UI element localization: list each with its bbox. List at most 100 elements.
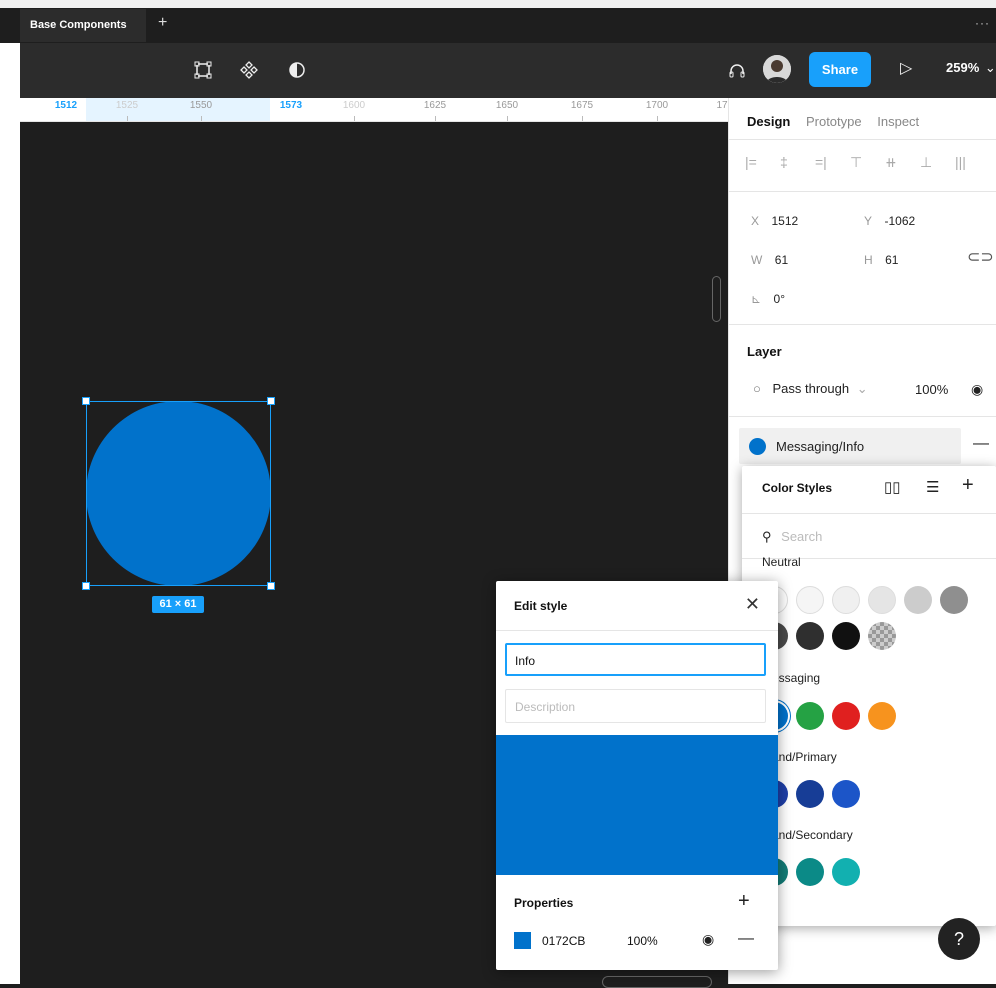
x-label: X [751, 214, 760, 228]
w-field[interactable]: W 61 [751, 251, 788, 269]
color-swatch[interactable] [904, 586, 932, 614]
contrast-icon[interactable] [284, 57, 310, 83]
constrain-proportions-icon[interactable]: ⊂⊃ [967, 247, 994, 267]
edit-style-title: Edit style [514, 599, 568, 613]
group-label-messaging: essaging [772, 671, 821, 685]
color-swatch[interactable] [796, 858, 824, 886]
divider [742, 513, 996, 514]
blend-mode-select[interactable]: ○ Pass through ⌄ [753, 381, 868, 397]
resize-handle[interactable] [267, 582, 275, 590]
eye-icon[interactable]: ◉ [971, 381, 983, 398]
color-swatch[interactable] [796, 622, 824, 650]
present-button[interactable]: ▷ [900, 58, 912, 78]
ruler-tick: 1512 [54, 100, 78, 111]
ruler-tick: 1675 [570, 100, 594, 111]
resize-handle[interactable] [82, 582, 90, 590]
h-field[interactable]: H 61 [864, 251, 898, 269]
selection-box [86, 401, 271, 586]
vertical-scrollbar[interactable] [712, 276, 721, 322]
x-field[interactable]: X 1512 [751, 212, 798, 230]
color-swatch[interactable] [832, 858, 860, 886]
property-opacity[interactable]: 100% [627, 934, 658, 948]
divider [729, 324, 996, 325]
chevron-down-icon: ⌄ [856, 381, 868, 396]
list-view-icon[interactable]: ☰ [926, 478, 939, 496]
properties-heading: Properties [514, 896, 574, 910]
align-center-h-icon[interactable]: ‡ [780, 154, 815, 171]
color-swatch[interactable] [796, 702, 824, 730]
color-swatch[interactable] [832, 780, 860, 808]
color-swatch[interactable] [832, 622, 860, 650]
style-name-input[interactable]: Info [505, 643, 766, 676]
align-left-icon[interactable]: |= [745, 154, 780, 171]
fill-style-row[interactable]: Messaging/Info [739, 428, 961, 464]
book-icon[interactable]: ▯▯ [884, 478, 901, 496]
blend-mode-value: Pass through [772, 381, 850, 396]
divider [729, 191, 996, 192]
edit-style-popup: Edit style ✕ Info Description Properties… [496, 581, 778, 970]
x-value: 1512 [771, 214, 799, 228]
tab-base-components[interactable]: Base Components [20, 9, 146, 42]
color-swatch[interactable] [796, 586, 824, 614]
ruler-tick: 1625 [423, 100, 447, 111]
w-label: W [751, 253, 763, 267]
distribute-icon[interactable]: ||| [955, 154, 990, 171]
zoom-level[interactable]: 259% ⌄ [946, 60, 996, 76]
color-swatch[interactable] [796, 780, 824, 808]
ruler-tick: 1700 [645, 100, 669, 111]
search-icon: ⚲ [762, 529, 772, 544]
left-panel-edge [0, 43, 20, 984]
frame-icon[interactable] [190, 57, 216, 83]
tab-design[interactable]: Design [747, 114, 790, 129]
color-swatch[interactable] [868, 586, 896, 614]
components-icon[interactable] [236, 57, 262, 83]
tab-inspect[interactable]: Inspect [877, 114, 919, 129]
tab-bar: Base Components + ··· [0, 8, 996, 43]
zoom-value: 259% [946, 60, 980, 75]
property-color-swatch[interactable] [514, 932, 531, 949]
color-swatch[interactable] [832, 702, 860, 730]
chevron-down-icon: ⌄ [984, 60, 996, 75]
close-icon[interactable]: ✕ [745, 594, 760, 615]
resize-handle[interactable] [82, 397, 90, 405]
size-badge: 61 × 61 [152, 596, 204, 613]
property-hex[interactable]: 0172CB [542, 934, 585, 948]
align-bottom-icon[interactable]: ⊥ [920, 154, 955, 171]
ruler-tick: 1600 [342, 100, 366, 111]
color-swatch[interactable] [868, 622, 896, 650]
align-top-icon[interactable]: ⊤ [850, 154, 885, 171]
avatar[interactable] [763, 55, 791, 83]
add-style-button[interactable]: + [962, 474, 974, 497]
resize-handle[interactable] [267, 397, 275, 405]
eye-icon[interactable]: ◉ [702, 931, 714, 948]
rotation-field[interactable]: ⊾ 0° [751, 290, 785, 308]
remove-fill-button[interactable]: — [973, 435, 989, 453]
horizontal-ruler: 1512 1525 1550 1573 1600 1625 1650 1675 … [20, 98, 728, 122]
color-swatch[interactable] [868, 702, 896, 730]
headphones-icon[interactable] [724, 57, 750, 83]
horizontal-scrollbar[interactable] [602, 976, 712, 988]
divider [729, 139, 996, 140]
new-tab-button[interactable]: + [158, 14, 167, 32]
color-preview [496, 735, 778, 875]
search-field[interactable]: ⚲ Search [762, 529, 822, 545]
messaging-swatches [760, 702, 896, 730]
help-button[interactable]: ? [938, 918, 980, 960]
align-center-v-icon[interactable]: ⧺ [885, 154, 920, 171]
more-menu-button[interactable]: ··· [975, 16, 990, 30]
align-right-icon[interactable]: =| [815, 154, 850, 171]
ruler-tick: 17 [716, 100, 728, 111]
share-button[interactable]: Share [809, 52, 871, 87]
color-swatch[interactable] [832, 586, 860, 614]
ruler-tick: 1525 [115, 100, 139, 111]
remove-property-button[interactable]: — [738, 930, 754, 948]
tab-prototype[interactable]: Prototype [806, 114, 862, 129]
ruler-tick: 1573 [279, 100, 303, 111]
add-property-button[interactable]: + [738, 890, 750, 913]
window-top-strip [0, 0, 996, 8]
color-swatch[interactable] [940, 586, 968, 614]
layer-opacity[interactable]: 100% [915, 382, 948, 397]
y-field[interactable]: Y -1062 [864, 212, 915, 230]
description-input[interactable]: Description [505, 689, 766, 723]
rotation-icon: ⊾ [751, 292, 762, 306]
